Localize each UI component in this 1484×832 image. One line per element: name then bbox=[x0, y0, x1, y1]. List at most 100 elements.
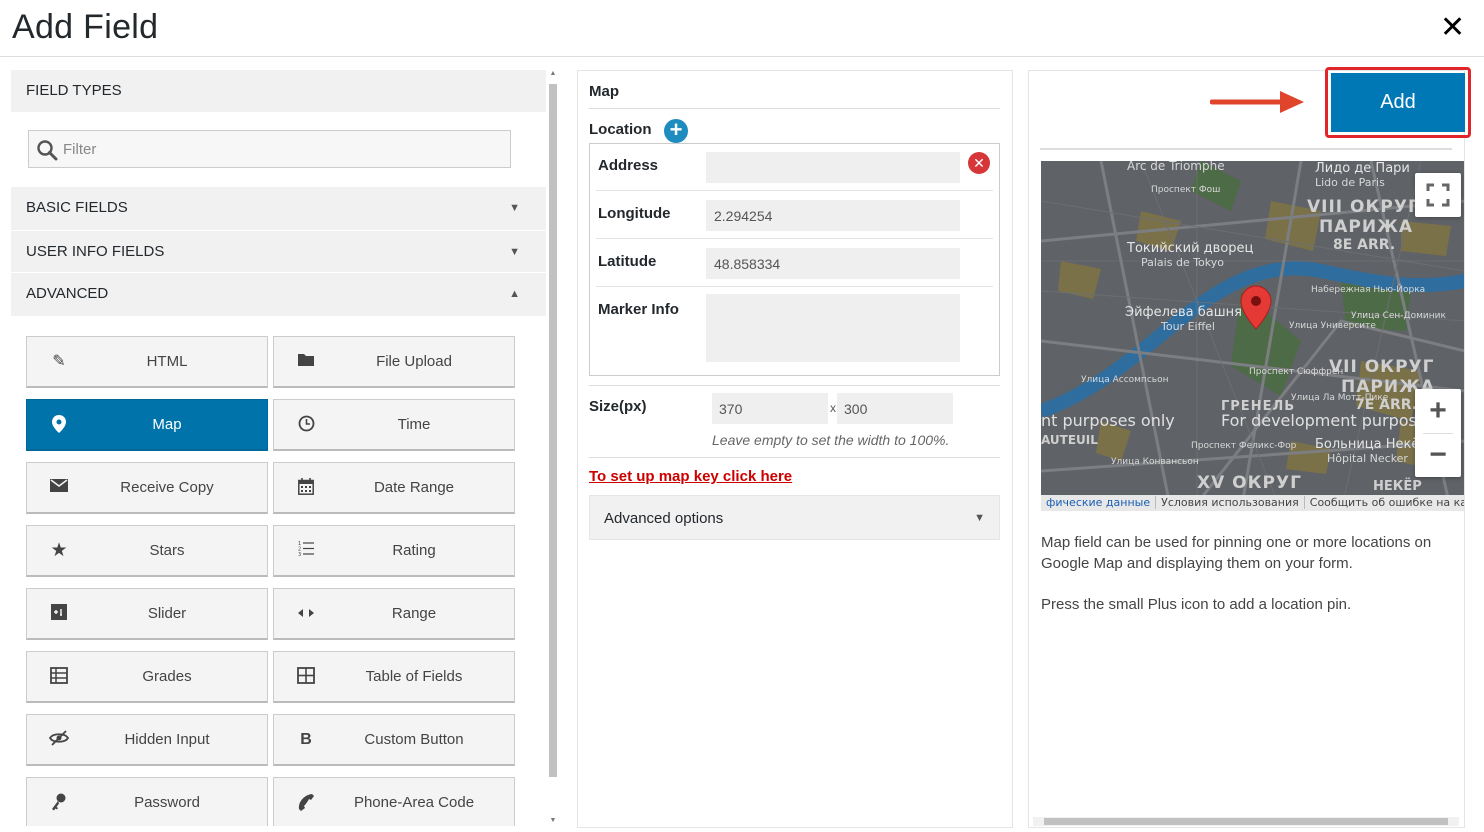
field-type-stars[interactable]: ★ Stars bbox=[26, 525, 268, 577]
location-label: Location bbox=[589, 121, 652, 138]
map-label: Улица Сен-Доминик bbox=[1351, 311, 1446, 321]
field-type-label: Date Range bbox=[373, 479, 455, 496]
range-icon bbox=[296, 604, 316, 624]
longitude-input[interactable] bbox=[706, 200, 960, 231]
map-label: Токийский дворец bbox=[1127, 241, 1254, 256]
map-label: VIII ОКРУГ bbox=[1307, 197, 1420, 217]
map-label: Улица Конвансьон bbox=[1111, 457, 1199, 467]
field-type-label: Slider bbox=[147, 605, 187, 622]
field-type-label: Stars bbox=[149, 542, 185, 559]
field-type-slider[interactable]: Slider bbox=[26, 588, 268, 640]
field-type-rating[interactable]: 123 Rating bbox=[273, 525, 515, 577]
field-type-file-upload[interactable]: File Upload bbox=[273, 336, 515, 388]
remove-location-icon[interactable]: ✕ bbox=[968, 152, 990, 174]
map-label: Arc de Triomphe bbox=[1127, 161, 1225, 173]
close-icon[interactable]: ✕ bbox=[1440, 12, 1465, 44]
field-type-label: File Upload bbox=[376, 353, 452, 370]
field-type-date-range[interactable]: Date Range bbox=[273, 462, 515, 514]
advanced-options-toggle[interactable]: Advanced options ▼ bbox=[589, 495, 1000, 540]
map-pin-icon bbox=[49, 415, 69, 435]
field-settings-panel: Map Location + Address ✕ Longitude Latit… bbox=[577, 70, 1013, 828]
map-label: Улица Ассомпсьон bbox=[1081, 375, 1169, 385]
field-hint: Press the small Plus icon to add a locat… bbox=[1041, 596, 1352, 613]
latitude-label: Latitude bbox=[598, 253, 657, 270]
chevron-up-icon: ▲ bbox=[509, 288, 520, 300]
longitude-label: Longitude bbox=[598, 205, 671, 222]
add-location-plus-icon[interactable]: + bbox=[664, 119, 688, 143]
chevron-down-icon: ▼ bbox=[509, 202, 520, 214]
envelope-icon bbox=[49, 478, 69, 498]
bold-b-icon: B bbox=[300, 731, 312, 748]
field-type-password[interactable]: Password bbox=[26, 777, 268, 826]
advanced-section[interactable]: ADVANCED ▲ bbox=[11, 272, 546, 314]
field-type-label: Custom Button bbox=[364, 731, 464, 748]
filter-field[interactable] bbox=[28, 130, 511, 168]
divider bbox=[589, 385, 1000, 386]
calendar-icon bbox=[296, 478, 316, 498]
map-data-link[interactable]: фические данные bbox=[1041, 496, 1155, 509]
field-type-label: Table of Fields bbox=[365, 668, 463, 685]
divider bbox=[596, 190, 993, 191]
map-label: Проспект Феликс-Фор bbox=[1191, 441, 1297, 451]
field-type-time[interactable]: Time bbox=[273, 399, 515, 451]
filter-area bbox=[11, 112, 546, 186]
field-type-phone-area-code[interactable]: Phone-Area Code bbox=[273, 777, 515, 826]
field-type-html[interactable]: ✎ HTML bbox=[26, 336, 268, 388]
field-type-range[interactable]: Range bbox=[273, 588, 515, 640]
scrollbar-thumb[interactable] bbox=[1044, 818, 1448, 825]
size-width-input[interactable] bbox=[712, 393, 828, 424]
field-type-custom-button[interactable]: B Custom Button bbox=[273, 714, 515, 766]
fullscreen-icon bbox=[1426, 183, 1450, 207]
map-label: Tour Eiffel bbox=[1161, 320, 1215, 333]
scroll-down-arrow-icon[interactable]: ▼ bbox=[548, 817, 558, 824]
map-dev-watermark: nt purposes only bbox=[1041, 411, 1175, 430]
field-types-panel: FIELD TYPES BASIC FIELDS ▼ USER INFO FIE… bbox=[11, 70, 546, 826]
map-label: 8E ARR. bbox=[1333, 237, 1396, 253]
field-type-table-of-fields[interactable]: Table of Fields bbox=[273, 651, 515, 703]
map-key-link[interactable]: To set up map key click here bbox=[589, 468, 792, 485]
scroll-up-arrow-icon[interactable]: ▲ bbox=[548, 70, 558, 77]
marker-info-label: Marker Info bbox=[598, 301, 679, 318]
address-input[interactable] bbox=[706, 152, 960, 183]
preview-horizontal-scrollbar[interactable] bbox=[1033, 817, 1459, 826]
folder-icon bbox=[296, 352, 316, 372]
grades-icon bbox=[49, 667, 69, 687]
add-button-highlight: Add bbox=[1325, 67, 1471, 138]
dialog-header: Add Field ✕ bbox=[0, 0, 1484, 57]
map-label: Проспект Сюффрен bbox=[1249, 367, 1344, 377]
field-type-hidden-input[interactable]: Hidden Input bbox=[26, 714, 268, 766]
left-scrollbar[interactable]: ▲ ▼ bbox=[548, 70, 558, 826]
zoom-control: + − bbox=[1415, 389, 1461, 477]
latitude-input[interactable] bbox=[706, 248, 960, 279]
user-info-fields-section[interactable]: USER INFO FIELDS ▼ bbox=[11, 230, 546, 272]
size-hint: Leave empty to set the width to 100%. bbox=[712, 432, 950, 448]
marker-info-textarea[interactable] bbox=[706, 294, 960, 362]
annotation-arrow-icon bbox=[1210, 91, 1304, 113]
divider bbox=[589, 108, 1000, 109]
phone-icon bbox=[296, 793, 316, 813]
size-height-input[interactable] bbox=[837, 393, 953, 424]
eye-slash-icon bbox=[48, 730, 70, 750]
settings-title: Map bbox=[589, 83, 619, 100]
scrollbar-thumb[interactable] bbox=[549, 84, 557, 777]
map-report-link[interactable]: Сообщить об ошибке на карте bbox=[1303, 496, 1464, 509]
field-types-heading: FIELD TYPES bbox=[11, 70, 546, 112]
size-separator: x bbox=[830, 401, 836, 415]
map-label: Проспект Фош bbox=[1151, 185, 1221, 195]
map-preview[interactable]: Arc de Triomphe Проспект Фош Лидо де Пар… bbox=[1041, 161, 1464, 511]
star-icon: ★ bbox=[50, 540, 68, 561]
clock-icon bbox=[296, 415, 316, 435]
basic-fields-section[interactable]: BASIC FIELDS ▼ bbox=[11, 186, 546, 228]
chevron-down-icon: ▼ bbox=[509, 246, 520, 258]
zoom-in-button[interactable]: + bbox=[1415, 389, 1461, 433]
field-type-grades[interactable]: Grades bbox=[26, 651, 268, 703]
field-type-label: Grades bbox=[142, 668, 192, 685]
add-button[interactable]: Add bbox=[1331, 73, 1465, 132]
field-type-map[interactable]: Map bbox=[26, 399, 268, 451]
filter-input[interactable] bbox=[63, 137, 503, 161]
map-terms-link[interactable]: Условия использования bbox=[1155, 496, 1304, 509]
field-type-receive-copy[interactable]: Receive Copy bbox=[26, 462, 268, 514]
fullscreen-button[interactable] bbox=[1415, 173, 1461, 217]
zoom-out-button[interactable]: − bbox=[1415, 433, 1461, 477]
field-type-label: Rating bbox=[392, 542, 436, 559]
